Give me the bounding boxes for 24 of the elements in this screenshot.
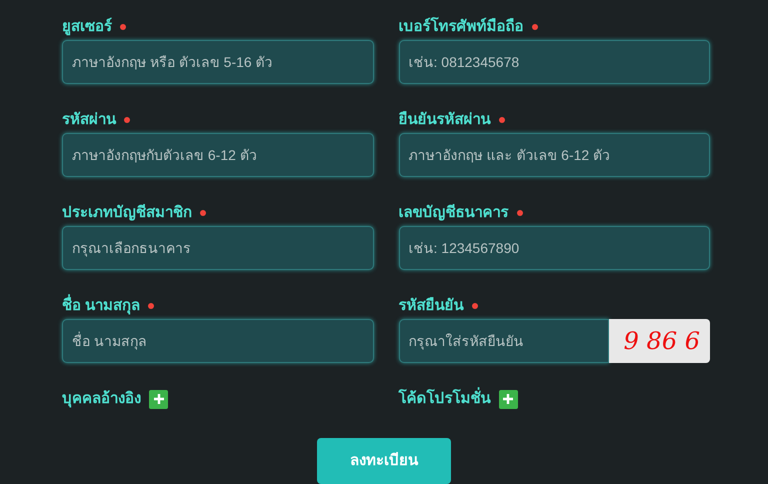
field-label: เลขบัญชีธนาคาร (398, 202, 508, 223)
input-field[interactable]: ภาษาอังกฤษกับตัวเลข 6-12 ตัว (62, 133, 374, 177)
input-field[interactable]: ชื่อ นามสกุล (62, 319, 374, 363)
input-field[interactable]: กรุณาเลือกธนาคาร (62, 226, 374, 270)
plus-icon (152, 393, 164, 405)
input-field[interactable]: ภาษาอังกฤษ และ ตัวเลข 6-12 ตัว (398, 133, 710, 177)
plus-icon (502, 393, 514, 405)
add-button[interactable] (149, 390, 168, 408)
field-label: รหัสผ่าน (62, 110, 116, 130)
input-field[interactable]: เช่น: 0812345678 (398, 40, 710, 84)
input-field[interactable]: กรุณาใส่รหัสยืนยัน (398, 319, 608, 363)
register-button[interactable]: ลงทะเบียน (317, 438, 451, 484)
field-label: ยืนยันรหัสผ่าน (398, 110, 490, 130)
field-label: เบอร์โทรศัพท์มือถือ (398, 16, 524, 37)
field-label: ประเภทบัญชีสมาชิก (62, 202, 192, 223)
section-label: โค้ดโปรโมชั่น (398, 388, 490, 410)
field-label: ชื่อ นามสกุล (62, 294, 140, 318)
field-label: รหัสยืนยัน (398, 296, 464, 316)
input-field[interactable]: เช่น: 1234567890 (398, 226, 710, 270)
input-field[interactable]: ภาษาอังกฤษ หรือ ตัวเลข 5-16 ตัว (62, 40, 374, 84)
section-label: บุคคลอ้างอิง (62, 388, 141, 410)
captcha-image: 9 86 6 (608, 319, 710, 363)
field-label: ยูสเซอร์ (62, 16, 112, 38)
add-button[interactable] (498, 390, 518, 408)
